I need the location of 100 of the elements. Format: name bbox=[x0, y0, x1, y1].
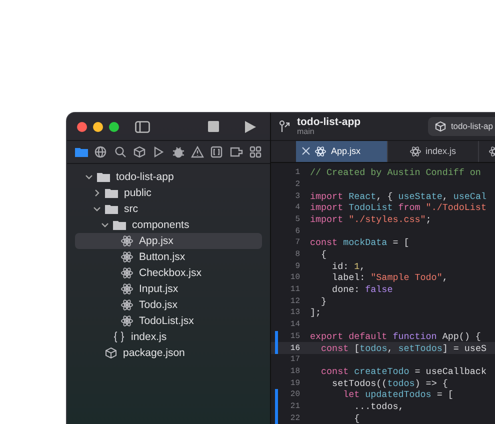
chevron-down-icon[interactable] bbox=[85, 173, 93, 181]
play-icon[interactable] bbox=[152, 146, 166, 158]
atom-icon bbox=[315, 146, 326, 157]
line-number: 5 bbox=[294, 214, 300, 224]
line-number: 16 bbox=[289, 344, 300, 353]
file-name: todo-list-app bbox=[116, 171, 174, 183]
code-line: done: false bbox=[331, 284, 393, 296]
code-line: const mockData = [ bbox=[310, 237, 410, 248]
chevron-right-icon[interactable] bbox=[93, 189, 101, 197]
file-tree-item[interactable]: Button.jsx bbox=[75, 249, 262, 265]
file-name: src bbox=[124, 203, 138, 215]
cube-icon[interactable] bbox=[132, 146, 146, 158]
atom-icon bbox=[410, 146, 421, 157]
line-number: 20 bbox=[289, 390, 300, 400]
line-number: 6 bbox=[294, 226, 300, 236]
close-icon[interactable] bbox=[302, 147, 310, 156]
line-number: 15 bbox=[289, 332, 300, 341]
code-line: label: "Sample Todo", bbox=[331, 272, 448, 284]
globe-icon[interactable] bbox=[94, 146, 108, 158]
atom-icon bbox=[121, 299, 133, 311]
code-line: import "./styles.css"; bbox=[310, 214, 432, 225]
line-number: 3 bbox=[294, 192, 300, 201]
file-name: Input.jsx bbox=[139, 283, 178, 295]
branch-icon bbox=[279, 120, 291, 133]
file-tree-item[interactable]: index.js bbox=[75, 329, 262, 345]
line-number: 7 bbox=[294, 238, 300, 248]
file-tree-item[interactable]: package.json bbox=[75, 345, 262, 361]
sidebar-toggle-icon[interactable] bbox=[135, 120, 150, 132]
editor-tab[interactable]: index.js bbox=[388, 140, 480, 162]
line-number: 17 bbox=[289, 355, 300, 364]
file-tree-item[interactable]: Checkbox.jsx bbox=[75, 265, 262, 281]
atom-icon bbox=[121, 315, 133, 327]
file-name: App.jsx bbox=[139, 235, 174, 247]
line-number: 22 bbox=[289, 414, 300, 423]
line-number: 13 bbox=[289, 308, 300, 318]
bracket-icon[interactable] bbox=[210, 146, 224, 158]
file-name: Todo.jsx bbox=[139, 299, 178, 311]
bug-icon[interactable] bbox=[172, 146, 185, 158]
file-name: package.json bbox=[123, 347, 185, 359]
file-name: Checkbox.jsx bbox=[139, 267, 202, 279]
file-tree-item[interactable]: App.jsx bbox=[75, 233, 262, 249]
code-line: export default function App() { bbox=[310, 330, 481, 342]
scheme-selector[interactable]: todo-list-ap bbox=[428, 116, 495, 136]
line-number: 21 bbox=[289, 402, 300, 411]
braces-icon bbox=[113, 331, 125, 343]
warning-icon[interactable] bbox=[190, 146, 204, 158]
atom-icon bbox=[121, 283, 133, 295]
play-icon[interactable] bbox=[245, 120, 256, 132]
line-number: 8 bbox=[294, 250, 300, 260]
code-line: { bbox=[353, 412, 360, 424]
line-number: 18 bbox=[289, 366, 300, 376]
line-number: 12 bbox=[289, 296, 300, 306]
code-line: // Created by Austin Condiff on bbox=[310, 167, 481, 178]
cube-icon bbox=[434, 120, 446, 132]
atom-icon bbox=[121, 235, 133, 247]
code-line: import TodoList from "./TodoList bbox=[310, 202, 486, 214]
search-icon[interactable] bbox=[114, 146, 127, 158]
line-number: 9 bbox=[294, 262, 300, 271]
folder-icon[interactable] bbox=[75, 146, 88, 158]
folder-icon bbox=[97, 172, 110, 182]
folder-icon bbox=[105, 204, 118, 214]
atom-icon bbox=[121, 267, 133, 279]
file-name: Button.jsx bbox=[139, 251, 186, 263]
file-tree-item[interactable]: TodoList.jsx bbox=[75, 313, 262, 329]
folder-icon bbox=[105, 188, 118, 198]
file-tree-item[interactable]: Input.jsx bbox=[75, 281, 262, 297]
file-tree-item[interactable]: todo-list-app bbox=[75, 169, 262, 185]
file-name: components bbox=[132, 219, 190, 231]
line-number: 19 bbox=[289, 378, 300, 388]
code-line: id: 1, bbox=[331, 260, 366, 272]
file-name: public bbox=[124, 187, 152, 199]
code-line: ]; bbox=[310, 307, 322, 318]
file-name: TodoList.jsx bbox=[139, 315, 194, 327]
grid-icon[interactable] bbox=[248, 146, 262, 158]
line-number: 10 bbox=[289, 273, 300, 282]
code-line: import React, { useState, useCal bbox=[310, 190, 486, 202]
line-number: 11 bbox=[289, 285, 300, 294]
branch-name: main bbox=[297, 128, 314, 136]
code-line: const [todos, setTodos] = useS bbox=[320, 342, 486, 354]
file-tree-item[interactable]: components bbox=[75, 217, 262, 233]
code-line: const createTodo = useCallback bbox=[320, 366, 486, 377]
code-line: { bbox=[320, 249, 327, 260]
line-number: 14 bbox=[289, 320, 300, 330]
line-number: 4 bbox=[294, 203, 300, 212]
cube-icon bbox=[105, 347, 117, 359]
line-number: 2 bbox=[294, 180, 300, 189]
file-tree-item[interactable]: public bbox=[75, 185, 262, 201]
file-tree-item[interactable]: src bbox=[75, 201, 262, 217]
file-name: index.js bbox=[131, 331, 167, 343]
window-control-dot[interactable] bbox=[93, 122, 103, 132]
window-control-dot[interactable] bbox=[109, 122, 119, 132]
code-line: setTodos((todos) => { bbox=[331, 378, 448, 389]
line-number: 1 bbox=[294, 168, 300, 178]
code-line: ...todos, bbox=[353, 400, 404, 412]
atom-icon bbox=[121, 251, 133, 263]
editor-tab[interactable]: App.jsx bbox=[296, 140, 388, 162]
file-tree-item[interactable]: Todo.jsx bbox=[75, 297, 262, 313]
window-control-dot[interactable] bbox=[77, 122, 87, 132]
code-line: let updatedTodos = [ bbox=[342, 389, 454, 400]
project-title: todo-list-app bbox=[297, 116, 361, 128]
